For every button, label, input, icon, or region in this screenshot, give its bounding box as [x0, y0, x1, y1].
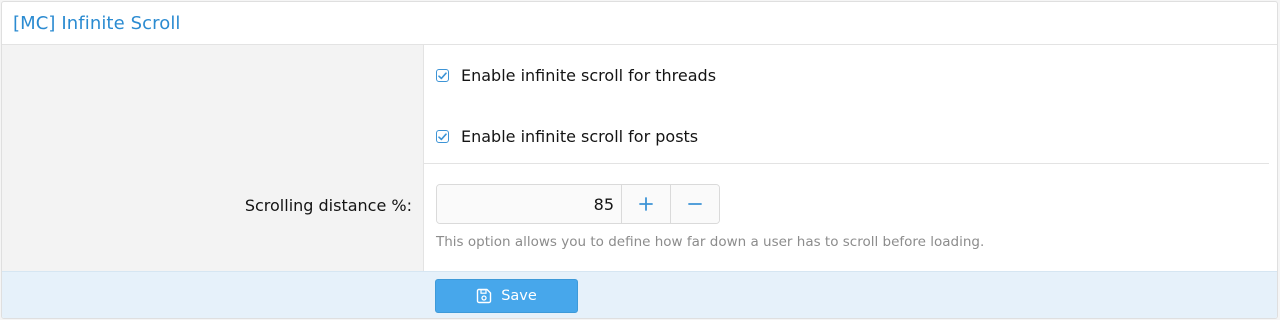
row-divider [424, 163, 1269, 164]
threads-checkbox[interactable] [436, 69, 449, 82]
scrolling-distance-stepper [436, 184, 720, 224]
options-panel: [MC] Infinite Scroll Scrolling distance … [1, 1, 1278, 319]
checkmark-icon [438, 71, 447, 79]
option-threads[interactable]: Enable infinite scroll for threads [436, 66, 716, 85]
save-icon [476, 288, 492, 304]
options-body: Scrolling distance %: Enable infinite sc… [2, 45, 1277, 271]
increment-button[interactable] [621, 185, 670, 223]
save-button[interactable]: Save [435, 279, 578, 313]
panel-title: [MC] Infinite Scroll [13, 12, 181, 34]
checkmark-icon [438, 132, 447, 140]
plus-icon [639, 197, 653, 211]
posts-checkbox[interactable] [436, 130, 449, 143]
form-footer: Save [2, 271, 1277, 318]
minus-icon [688, 203, 702, 205]
input-column: Enable infinite scroll for threads Enabl… [424, 45, 1277, 271]
scrolling-distance-hint: This option allows you to define how far… [436, 234, 985, 250]
label-column: Scrolling distance %: [2, 45, 424, 271]
decrement-button[interactable] [670, 185, 719, 223]
scrolling-distance-label: Scrolling distance %: [244, 196, 412, 215]
scrolling-distance-input[interactable] [437, 185, 621, 223]
posts-label: Enable infinite scroll for posts [461, 127, 699, 146]
option-posts[interactable]: Enable infinite scroll for posts [436, 127, 698, 146]
panel-header: [MC] Infinite Scroll [2, 2, 1277, 45]
threads-label: Enable infinite scroll for threads [461, 66, 717, 85]
save-label: Save [501, 288, 537, 304]
